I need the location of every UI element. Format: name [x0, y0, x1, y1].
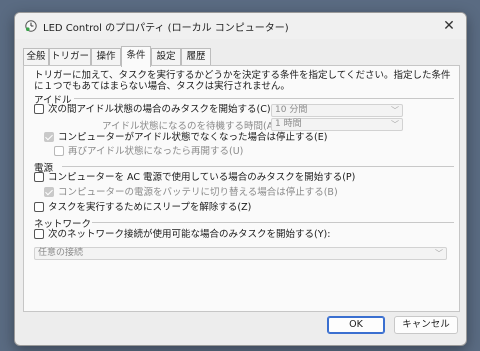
- idle-wait-label: アイドル状態になるのを待機する時間(A):: [102, 121, 281, 132]
- power-wake-label: タスクを実行するためにスリープを解除する(Z): [48, 202, 252, 213]
- power-ac-option[interactable]: コンピューターを AC 電源で使用している場合のみタスクを開始する(P): [34, 172, 355, 184]
- tab-conditions[interactable]: 条件: [121, 46, 151, 67]
- tab-actions[interactable]: 操作: [91, 48, 121, 65]
- idle-duration-value: 10 分間: [275, 105, 308, 115]
- idle-wait-select[interactable]: 1 時間 ﹀: [271, 118, 403, 131]
- power-divider: [62, 166, 454, 167]
- ok-button[interactable]: OK: [327, 316, 385, 334]
- idle-restart-label: 再びアイドル状態になったら再開する(U): [68, 146, 244, 157]
- idle-wait-value: 1 時間: [275, 119, 302, 129]
- task-clock-icon: [25, 20, 37, 32]
- power-ac-checkbox[interactable]: [34, 172, 44, 182]
- idle-restart-checkbox[interactable]: [54, 146, 64, 156]
- chevron-down-icon: ﹀: [435, 249, 443, 258]
- tab-settings[interactable]: 設定: [151, 48, 181, 65]
- chevron-down-icon: ﹀: [391, 106, 399, 115]
- power-wake-option[interactable]: タスクを実行するためにスリープを解除する(Z): [34, 202, 251, 214]
- tab-history[interactable]: 履歴: [181, 48, 211, 65]
- conditions-panel: トリガーに加えて、タスクを実行するかどうかを決定する条件を指定してください。指定…: [23, 65, 460, 312]
- power-wake-checkbox[interactable]: [34, 202, 44, 212]
- power-battery-option[interactable]: コンピューターの電源をバッテリに切り替える場合は停止する(B): [44, 187, 338, 199]
- chevron-down-icon: ﹀: [391, 120, 399, 129]
- idle-duration-select[interactable]: 10 分間 ﹀: [271, 104, 403, 117]
- close-button[interactable]: ✕: [432, 13, 466, 39]
- idle-start-label: 次の間アイドル状態の場合のみタスクを開始する(C):: [48, 104, 274, 115]
- title-bar: LED Control のプロパティ (ローカル コンピューター) ✕: [15, 13, 466, 39]
- idle-start-checkbox[interactable]: [34, 104, 44, 114]
- power-battery-checkbox[interactable]: [44, 187, 54, 197]
- idle-stop-label: コンピューターがアイドル状態でなくなった場合は停止する(E): [58, 132, 328, 143]
- intro-text: トリガーに加えて、タスクを実行するかどうかを決定する条件を指定してください。指定…: [34, 70, 451, 92]
- network-divider: [92, 222, 454, 223]
- network-connection-select[interactable]: 任意の接続 ﹀: [34, 247, 447, 260]
- properties-dialog: LED Control のプロパティ (ローカル コンピューター) ✕ 全般 ト…: [14, 12, 467, 346]
- tab-general[interactable]: 全般: [23, 48, 49, 65]
- close-icon: ✕: [443, 18, 455, 34]
- cancel-button[interactable]: キャンセル: [394, 316, 458, 334]
- network-group-label: ネットワーク: [34, 219, 92, 230]
- idle-stop-checkbox[interactable]: [44, 132, 54, 142]
- tab-triggers[interactable]: トリガー: [49, 48, 91, 65]
- network-start-label: 次のネットワーク接続が使用可能な場合のみタスクを開始する(Y):: [48, 229, 331, 240]
- network-start-checkbox[interactable]: [34, 229, 44, 239]
- network-connection-value: 任意の接続: [38, 248, 84, 258]
- idle-start-option[interactable]: 次の間アイドル状態の場合のみタスクを開始する(C):: [34, 104, 274, 116]
- idle-stop-option[interactable]: コンピューターがアイドル状態でなくなった場合は停止する(E): [44, 132, 327, 144]
- power-ac-label: コンピューターを AC 電源で使用している場合のみタスクを開始する(P): [48, 172, 356, 183]
- idle-restart-option[interactable]: 再びアイドル状態になったら再開する(U): [54, 146, 243, 158]
- idle-divider: [74, 98, 454, 99]
- power-battery-label: コンピューターの電源をバッテリに切り替える場合は停止する(B): [58, 187, 338, 198]
- network-start-option[interactable]: 次のネットワーク接続が使用可能な場合のみタスクを開始する(Y):: [34, 229, 330, 241]
- window-title: LED Control のプロパティ (ローカル コンピューター): [43, 23, 289, 34]
